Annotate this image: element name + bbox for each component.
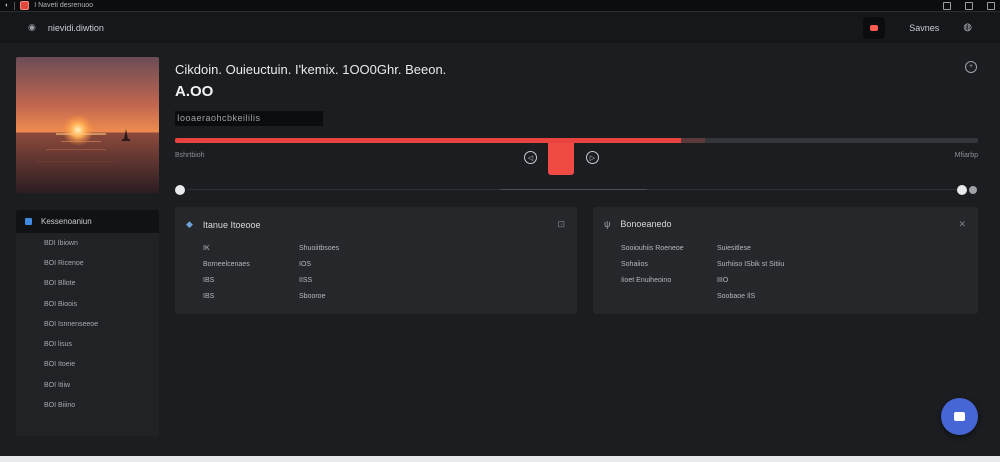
sidebar-item[interactable]: BOI Itiiw [16,375,159,395]
app-header: ◉ nievidi.diwtion Savnes ◍ [0,12,1000,43]
progress-fill [175,138,681,143]
table-row: Sohaiios Surhiiso ISbik st Sitiiu [621,256,784,272]
notification-icon [870,24,879,31]
row-value: Soobaoe IlS [717,292,756,300]
volume-max-icon[interactable] [969,186,977,194]
row-key: IBS [203,276,215,284]
track-title: Cikdoin. Ouieuctuin. I'kemix. 1OO0Ghr. B… [175,62,447,77]
details-icon: ψ [604,219,611,229]
header-saves-link[interactable]: Savnes [909,23,939,33]
bottom-edge [0,456,1000,462]
expand-icon[interactable]: ⊡ [557,219,565,230]
row-key: IBS [203,292,215,300]
details-card-title: Bonoeanedo [620,219,672,229]
window-controls [943,1,995,10]
row-key: IK [203,244,210,252]
row-value: Shuoiitbsoes [299,244,340,252]
sidebar-header-icon [25,218,32,225]
track-info-card-header: ◆ Itanue Itoeooe [186,219,260,230]
track-time: A.OO [175,83,214,100]
info-icon: ◆ [186,219,193,229]
time-total: Mfiarbp [954,152,978,159]
volume-highlight [500,189,647,190]
sidebar-item[interactable]: BOI Bioois [16,294,159,314]
sunset-image [16,57,159,193]
play-pause-button[interactable] [548,143,574,175]
track-info-table: IK Shuoiitbsoes Borneelcenaes IOS IBS IISS … [203,240,339,304]
progress-buffer [680,138,705,143]
sidebar-header[interactable]: Kessenoaniun [16,210,159,233]
row-value: Sbooroe [299,292,326,300]
album-art [16,57,159,193]
close-window-icon[interactable] [987,1,995,10]
table-row: Iioet Enuiheoino IIIO [621,272,784,288]
time-elapsed: Bshrtbioh [175,152,205,159]
next-track-icon[interactable]: ▷ [586,151,599,164]
sidebar-item[interactable]: BOI Biiino [16,395,159,415]
close-icon[interactable]: ✕ [958,219,966,230]
row-key [621,288,717,304]
sidebar-item[interactable]: BOI Ricenoe [16,253,159,273]
details-card-header: ψ Bonoeanedo [604,219,671,229]
maximize-icon[interactable] [965,1,973,10]
track-info-card: ◆ Itanue Itoeooe ⊡ IK Shuoiitbsoes Bornee… [175,207,577,314]
row-key: Sooiouhiis Roeneoe [621,244,684,252]
row-value: IOS [299,260,312,268]
sidebar: Kessenoaniun BDI Ibiown BOI Ricenoe BOI … [16,210,159,436]
row-key: Sohaiios [621,260,648,268]
header-actions: Savnes ◍ [863,16,972,39]
chat-icon [954,412,965,421]
details-table: Sooiouhiis Roeneoe Suiesitlese Sohaiios Su… [621,240,784,304]
sidebar-item[interactable]: BDI Ibiown [16,233,159,253]
minimize-icon[interactable] [943,1,951,10]
table-row: Borneelcenaes IOS [203,256,339,272]
volume-knob[interactable] [957,185,967,195]
notifications-button[interactable] [863,16,886,39]
volume-slider[interactable] [175,183,978,197]
sidebar-item[interactable]: BOI lisus [16,334,159,354]
previous-track-icon[interactable]: ◁ [524,151,537,164]
progress-bar[interactable] [175,138,978,143]
tab-separator [14,1,16,10]
table-row: IK Shuoiitbsoes [203,240,339,256]
tab-title[interactable]: I Naveti desrenuoo [34,2,93,9]
table-row: Sooiouhiis Roeneoe Suiesitlese [621,240,784,256]
brand-logo-icon: ◉ [28,22,36,32]
browser-tab-bar: ◐ I Naveti desrenuoo [0,0,1000,12]
volume-min-knob[interactable] [175,185,185,195]
row-key: Iioet Enuiheoino [621,276,672,284]
table-row: Soobaoe IlS [621,288,784,304]
row-value: Suiesitlese [717,244,751,252]
app-menu-icon[interactable]: ◐ [5,2,9,9]
row-value: IISS [299,276,313,284]
tab-favicon-icon [20,1,30,10]
sidebar-item[interactable]: BOI Bllote [16,274,159,294]
brand-name[interactable]: nievidi.diwtion [48,23,104,33]
track-info-card-title: Itanue Itoeooe [202,219,261,230]
row-key: Borneelcenaes [203,260,250,268]
sidebar-header-label: Kessenoaniun [41,217,92,226]
table-row: IBS Sbooroe [203,288,339,304]
row-value: Surhiiso ISbik st Sitiiu [717,260,785,268]
sidebar-item[interactable]: BOI Isnnenseeoe [16,314,159,334]
more-options-icon[interactable]: + [965,61,977,73]
chat-fab-button[interactable] [941,398,978,435]
table-row: IBS IISS [203,272,339,288]
user-account-icon[interactable]: ◍ [963,22,972,33]
row-value: IIIO [717,276,729,284]
track-badge: Iooaeraohcbkeililis [175,111,323,126]
details-card: ψ Bonoeanedo ✕ Sooiouhiis Roeneoe Suiesit… [593,207,978,314]
sidebar-item[interactable]: BOI Itoeie [16,355,159,375]
